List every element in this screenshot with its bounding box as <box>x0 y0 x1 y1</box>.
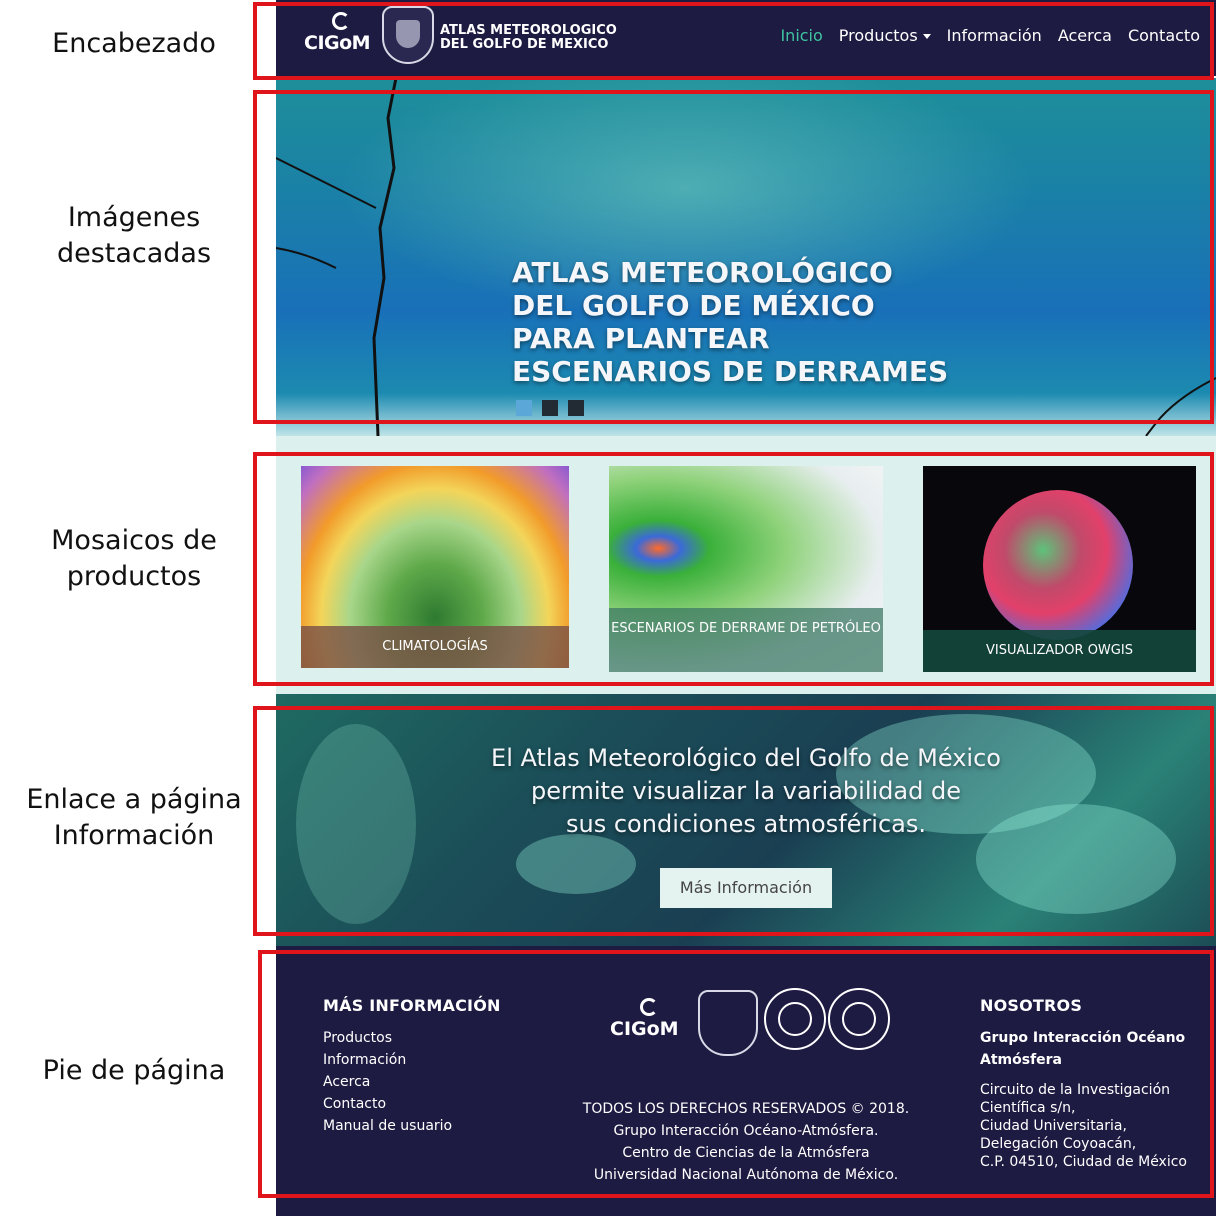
carousel-indicators <box>516 400 584 416</box>
globe-icon <box>983 490 1133 640</box>
footer-title-mas-informacion: MÁS INFORMACIÓN <box>323 996 501 1015</box>
footer-link-manual[interactable]: Manual de usuario <box>323 1115 501 1137</box>
footer-nosotros: NOSOTROS Grupo Interacción Océano Atmósf… <box>980 996 1200 1171</box>
tile-caption: ESCENARIOS DE DERRAME DE PETRÓLEO <box>609 608 883 672</box>
annotation-footer: Pie de página <box>42 1055 226 1086</box>
footer-address: Circuito de la Investigación Científica … <box>980 1082 1187 1170</box>
main-nav: Inicio Productos Información Acerca Cont… <box>780 26 1200 45</box>
footer-logos: CIGoM <box>576 988 916 1066</box>
website: CIGoM ATLAS METEOROLOGICO DEL GOLFO DE M… <box>276 0 1216 1216</box>
cigom-swirl-icon <box>640 998 658 1016</box>
hero-carousel[interactable]: ATLAS METEOROLÓGICO DEL GOLFO DE MÉXICO … <box>276 78 1216 436</box>
annotation-header: Encabezado <box>52 28 216 59</box>
nav-informacion[interactable]: Información <box>947 26 1042 45</box>
footer-link-acerca[interactable]: Acerca <box>323 1071 501 1093</box>
tile-escenarios-derrame[interactable]: ESCENARIOS DE DERRAME DE PETRÓLEO <box>609 466 883 672</box>
footer-link-informacion[interactable]: Información <box>323 1049 501 1071</box>
info-banner: El Atlas Meteorológico del Golfo de Méxi… <box>276 694 1216 946</box>
site-footer: MÁS INFORMACIÓN Productos Información Ac… <box>276 946 1216 1216</box>
unam-shield-icon <box>382 6 434 64</box>
annotation-hero: Imágenes destacadas <box>56 202 212 269</box>
footer-legal: TODOS LOS DERECHOS RESERVADOS © 2018. Gr… <box>582 1101 910 1183</box>
carousel-dot-2[interactable] <box>542 400 558 416</box>
tile-climatologias[interactable]: CLIMATOLOGÍAS <box>301 466 569 668</box>
hero-heading: ATLAS METEOROLÓGICO DEL GOLFO DE MÉXICO … <box>512 256 949 388</box>
footer-title-nosotros: NOSOTROS <box>980 996 1083 1015</box>
cigom-logo[interactable]: CIGoM <box>304 10 380 66</box>
footer-group-name: Grupo Interacción Océano Atmósfera <box>980 1030 1186 1068</box>
nav-contacto[interactable]: Contacto <box>1128 26 1200 45</box>
tile-caption: VISUALIZADOR OWGIS <box>923 630 1196 672</box>
nav-acerca[interactable]: Acerca <box>1058 26 1112 45</box>
footer-center: CIGoM TODOS LOS DERECHOS RESERVADOS © 20… <box>576 988 916 1186</box>
product-tiles: CLIMATOLOGÍAS ESCENARIOS DE DERRAME DE P… <box>276 436 1216 694</box>
footer-links: MÁS INFORMACIÓN Productos Información Ac… <box>323 996 501 1137</box>
annotation-tiles: Mosaicos de productos <box>51 525 217 592</box>
annotation-info: Enlace a página Información <box>26 784 242 851</box>
info-text: El Atlas Meteorológico del Golfo de Méxi… <box>491 744 1001 838</box>
caret-down-icon <box>922 34 931 39</box>
footer-cigom-logo: CIGoM <box>610 996 690 1056</box>
tile-visualizador-owgis[interactable]: VISUALIZADOR OWGIS <box>923 466 1196 672</box>
carousel-dot-3[interactable] <box>568 400 584 416</box>
mas-informacion-button[interactable]: Más Información <box>660 868 832 908</box>
tile-caption: CLIMATOLOGÍAS <box>301 626 569 668</box>
unam-shield-icon <box>698 990 758 1056</box>
footer-link-contacto[interactable]: Contacto <box>323 1093 501 1115</box>
site-title[interactable]: ATLAS METEOROLOGICO DEL GOLFO DE MEXICO <box>440 24 617 52</box>
footer-link-productos[interactable]: Productos <box>323 1027 501 1049</box>
cca-seal-icon <box>764 988 826 1050</box>
nav-productos[interactable]: Productos <box>839 26 931 45</box>
cigom-swirl-icon <box>332 12 350 30</box>
gio-seal-icon <box>828 988 890 1050</box>
nav-inicio[interactable]: Inicio <box>780 26 822 45</box>
carousel-dot-1[interactable] <box>516 400 532 416</box>
site-header: CIGoM ATLAS METEOROLOGICO DEL GOLFO DE M… <box>276 0 1216 76</box>
